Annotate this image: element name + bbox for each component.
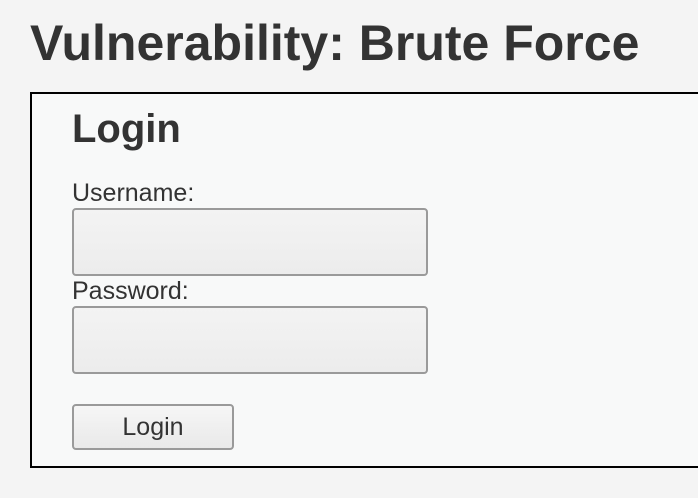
password-label: Password: (72, 277, 189, 305)
login-button[interactable]: Login (72, 404, 234, 450)
username-label: Username: (72, 179, 195, 207)
login-heading: Login (72, 107, 181, 151)
username-input[interactable] (72, 208, 428, 276)
password-input[interactable] (72, 306, 428, 374)
page-title: Vulnerability: Brute Force (30, 15, 640, 71)
login-form: Login Username: Password: Login (30, 92, 698, 468)
